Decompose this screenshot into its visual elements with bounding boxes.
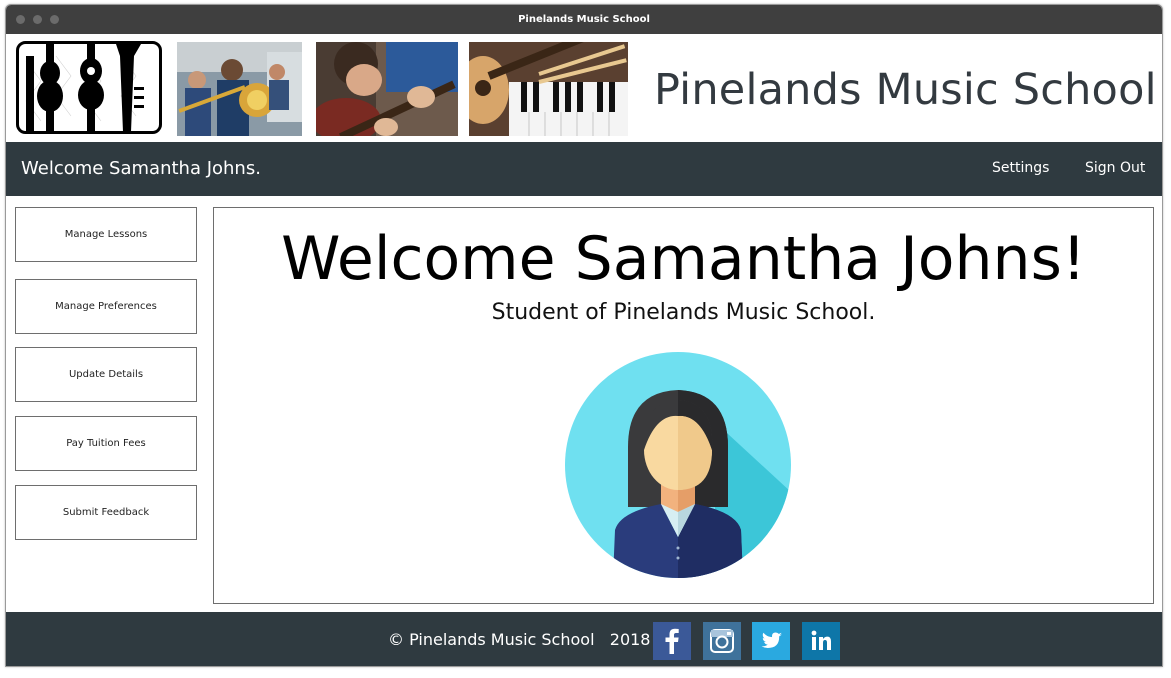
linkedin-icon[interactable] <box>802 622 840 660</box>
ukulele-keyboard-photo <box>469 42 628 136</box>
navbar-welcome-text: Welcome Samantha Johns. <box>21 158 261 179</box>
settings-link[interactable]: Settings <box>992 142 1049 194</box>
site-name-heading: Pinelands Music School <box>654 65 1157 115</box>
app-window: Pinelands Music School Pinelands Music S… <box>5 4 1163 667</box>
sign-out-link[interactable]: Sign Out <box>1085 142 1145 194</box>
welcome-subheading: Student of Pinelands Music School. <box>491 300 876 325</box>
site-footer: © Pinelands Music School 2018 <box>6 612 1162 666</box>
female-student-avatar-icon <box>565 352 791 578</box>
manage-preferences-button[interactable]: Manage Preferences <box>15 279 197 334</box>
top-navbar: Welcome Samantha Johns. Settings Sign Ou… <box>6 142 1162 196</box>
submit-feedback-button[interactable]: Submit Feedback <box>15 485 197 540</box>
main-content-panel: Welcome Samantha Johns! Student of Pinel… <box>213 207 1154 604</box>
footer-copyright: © Pinelands Music School 2018 <box>388 630 651 649</box>
pay-tuition-fees-button[interactable]: Pay Tuition Fees <box>15 416 197 471</box>
guitar-student-photo <box>316 42 458 136</box>
welcome-heading: Welcome Samantha Johns! <box>281 224 1086 294</box>
window-title: Pinelands Music School <box>518 14 650 25</box>
brass-band-students-photo <box>177 42 302 136</box>
window-titlebar: Pinelands Music School <box>6 5 1162 34</box>
manage-lessons-button[interactable]: Manage Lessons <box>15 207 197 262</box>
twitter-icon[interactable] <box>752 622 790 660</box>
site-header: Pinelands Music School <box>6 34 1162 142</box>
instagram-icon[interactable] <box>703 622 741 660</box>
facebook-icon[interactable] <box>653 622 691 660</box>
update-details-button[interactable]: Update Details <box>15 347 197 402</box>
instrument-silhouettes-logo-icon <box>16 41 162 134</box>
